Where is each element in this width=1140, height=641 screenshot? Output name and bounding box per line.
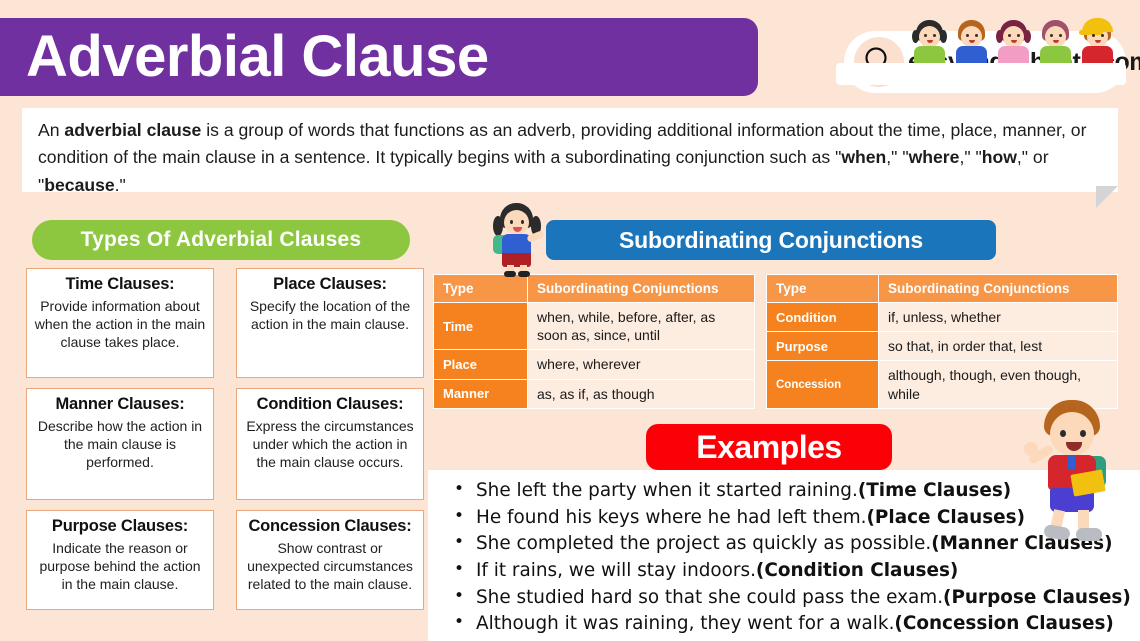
cell-type: Time	[433, 301, 528, 351]
table-header-row: Type Subordinating Conjunctions	[766, 274, 1118, 303]
example-tag: (Condition Clauses)	[755, 560, 959, 582]
type-description: Specify the location of the action in th…	[249, 297, 411, 332]
type-description: Indicate the reason or purpose behind th…	[39, 539, 201, 592]
kids-board	[836, 63, 1126, 85]
list-item: She studied hard so that she could pass …	[438, 584, 1134, 612]
cell-conjunctions: if, unless, whether	[878, 301, 1118, 333]
column-header-conjunctions: Subordinating Conjunctions	[527, 274, 755, 303]
types-grid: Time Clauses: Provide information about …	[26, 268, 424, 610]
type-box[interactable]: Place Clauses: Specify the location of t…	[236, 268, 424, 378]
examples-heading-label: Examples	[696, 428, 842, 465]
column-header-type: Type	[433, 274, 528, 303]
table-row: Manner as, as if, as though	[433, 378, 755, 409]
type-box[interactable]: Concession Clauses: Show contrast or une…	[236, 510, 424, 610]
type-title: Place Clauses:	[273, 275, 387, 293]
example-sentence: If it rains, we will stay indoors.	[476, 560, 756, 582]
example-tag: (Time Clauses)	[857, 480, 1012, 501]
example-sentence: She left the party when it started raini…	[476, 480, 858, 501]
type-title: Concession Clauses:	[248, 517, 412, 535]
type-description: Show contrast or unexpected circumstance…	[247, 539, 413, 592]
example-tag: (Concession Clauses)	[894, 613, 1114, 635]
girl-student-icon	[487, 203, 547, 277]
table-header-row: Type Subordinating Conjunctions	[433, 274, 755, 303]
column-header-type: Type	[766, 274, 879, 303]
types-heading-label: Types Of Adverbial Clauses	[80, 228, 362, 251]
title-banner: Adverbial Clause	[0, 18, 758, 96]
column-header-conjunctions: Subordinating Conjunctions	[878, 274, 1118, 303]
list-item: Although it was raining, they went for a…	[438, 610, 1134, 638]
conjunctions-table-left: Type Subordinating Conjunctions Time whe…	[433, 274, 755, 409]
type-box[interactable]: Manner Clauses: Describe how the action …	[26, 388, 214, 500]
table-row: Purpose so that, in order that, lest	[766, 331, 1118, 362]
table-row: Condition if, unless, whether	[766, 301, 1118, 333]
type-description: Describe how the action in the main clau…	[37, 417, 203, 470]
cell-type: Condition	[766, 301, 879, 333]
type-title: Condition Clauses:	[256, 395, 404, 413]
description-text: An adverbial clause is a group of words …	[38, 120, 1087, 195]
type-title: Manner Clauses:	[55, 395, 185, 413]
cell-conjunctions: so that, in order that, lest	[878, 331, 1118, 362]
example-sentence: She completed the project as quickly as …	[476, 533, 932, 555]
example-tag: (Purpose Clauses)	[943, 586, 1131, 608]
cell-type: Place	[433, 349, 528, 380]
page-header: Adverbial Clause easyenglishpath.com	[0, 18, 1140, 96]
cell-conjunctions: where, wherever	[527, 349, 755, 380]
type-description: Express the circumstances under which th…	[246, 417, 414, 470]
example-sentence: Although it was raining, they went for a…	[476, 613, 895, 635]
page-title: Adverbial Clause	[26, 24, 489, 89]
cell-conjunctions: when, while, before, after, as soon as, …	[527, 301, 755, 351]
boy-student-icon	[1022, 398, 1130, 546]
types-heading-pill: Types Of Adverbial Clauses	[32, 220, 410, 260]
cell-conjunctions: as, as if, as though	[527, 378, 755, 409]
example-tag: (Place Clauses)	[866, 506, 1025, 528]
kid-avatar	[1077, 18, 1118, 68]
examples-heading-pill: Examples	[646, 424, 892, 470]
kids-illustration	[909, 18, 1118, 68]
conjunctions-table-right: Type Subordinating Conjunctions Conditio…	[766, 274, 1118, 409]
type-box[interactable]: Purpose Clauses: Indicate the reason or …	[26, 510, 214, 610]
list-item: If it rains, we will stay indoors.(Condi…	[438, 557, 1134, 585]
cell-type: Concession	[766, 360, 879, 409]
example-sentence: She studied hard so that she could pass …	[476, 586, 944, 608]
kid-avatar	[951, 18, 992, 68]
type-box[interactable]: Time Clauses: Provide information about …	[26, 268, 214, 378]
kid-avatar	[1035, 18, 1076, 68]
description-card: An adverbial clause is a group of words …	[22, 108, 1118, 208]
kid-avatar	[993, 18, 1034, 68]
type-title: Purpose Clauses:	[51, 517, 189, 535]
table-row: Place where, wherever	[433, 349, 755, 380]
example-sentence: He found his keys where he had left them…	[476, 506, 867, 528]
cell-type: Manner	[433, 378, 528, 409]
cell-type: Purpose	[766, 331, 879, 362]
kid-avatar	[909, 18, 950, 68]
type-box[interactable]: Condition Clauses: Express the circumsta…	[236, 388, 424, 500]
conjunctions-heading-pill: Subordinating Conjunctions	[546, 220, 996, 260]
type-description: Provide information about when the actio…	[34, 297, 206, 350]
type-title: Time Clauses:	[65, 275, 175, 293]
conjunctions-heading-label: Subordinating Conjunctions	[619, 226, 923, 253]
table-row: Time when, while, before, after, as soon…	[433, 301, 755, 351]
page-fold-icon	[1096, 186, 1118, 208]
